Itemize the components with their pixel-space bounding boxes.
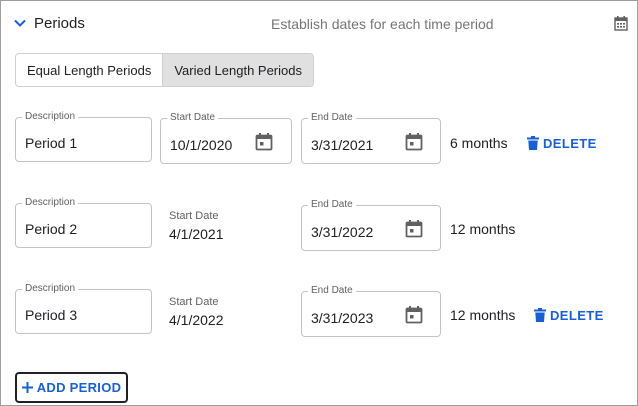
- description-label: Description: [22, 111, 79, 123]
- delete-button[interactable]: DELETE: [534, 305, 604, 325]
- add-period-button[interactable]: ADD PERIOD: [15, 372, 128, 403]
- end-date-field[interactable]: End Date 3/31/2022: [301, 199, 441, 251]
- description-field[interactable]: Description Period 1: [15, 111, 152, 162]
- calendar-icon[interactable]: [255, 132, 273, 151]
- calendar-icon[interactable]: [405, 305, 423, 324]
- start-date-field[interactable]: Start Date 10/1/2020: [160, 112, 292, 164]
- start-date-label: Start Date: [167, 112, 219, 124]
- duration-text: 6 months: [450, 135, 508, 151]
- end-date-field[interactable]: End Date 3/31/2021: [301, 112, 441, 164]
- calendar-icon: [614, 16, 628, 31]
- duration-text: 12 months: [450, 221, 516, 237]
- description-field[interactable]: Description Period 2: [15, 197, 152, 248]
- toggle-equal-length[interactable]: Equal Length Periods: [16, 54, 163, 86]
- section-title: Periods: [34, 15, 85, 32]
- start-date-value: 4/1/2021: [169, 226, 224, 242]
- description-label: Description: [22, 283, 79, 295]
- calendar-icon[interactable]: [405, 219, 423, 238]
- description-value: Period 1: [25, 135, 78, 151]
- start-date-label: Start Date: [169, 296, 219, 308]
- plus-icon: [21, 382, 33, 393]
- end-date-label: End Date: [308, 199, 356, 211]
- toggle-varied-length[interactable]: Varied Length Periods: [162, 54, 313, 86]
- periods-header: Periods Establish dates for each time pe…: [1, 1, 637, 45]
- start-date-value: 4/1/2022: [169, 312, 224, 328]
- description-field[interactable]: Description Period 3: [15, 283, 152, 334]
- start-date-label: Start Date: [169, 210, 219, 222]
- period-type-toggle: Equal Length Periods Varied Length Perio…: [15, 53, 314, 87]
- end-date-label: End Date: [308, 285, 356, 297]
- delete-button[interactable]: DELETE: [527, 133, 597, 153]
- periods-panel: Periods Establish dates for each time pe…: [0, 0, 638, 406]
- section-subtitle: Establish dates for each time period: [271, 16, 494, 32]
- trash-icon: [527, 136, 539, 150]
- end-date-field[interactable]: End Date 3/31/2023: [301, 285, 441, 337]
- chevron-down-icon[interactable]: [13, 16, 27, 30]
- end-date-label: End Date: [308, 112, 356, 124]
- description-value: Period 2: [25, 221, 78, 237]
- delete-label: DELETE: [543, 135, 597, 151]
- start-date-value: 10/1/2020: [170, 137, 233, 153]
- description-label: Description: [22, 197, 79, 209]
- description-value: Period 3: [25, 307, 78, 323]
- calendar-icon[interactable]: [405, 132, 423, 151]
- duration-text: 12 months: [450, 307, 516, 323]
- end-date-value: 3/31/2022: [311, 224, 374, 240]
- end-date-value: 3/31/2023: [311, 310, 374, 326]
- trash-icon: [534, 308, 546, 322]
- end-date-value: 3/31/2021: [311, 137, 374, 153]
- add-period-label: ADD PERIOD: [36, 380, 122, 395]
- delete-label: DELETE: [550, 307, 604, 323]
